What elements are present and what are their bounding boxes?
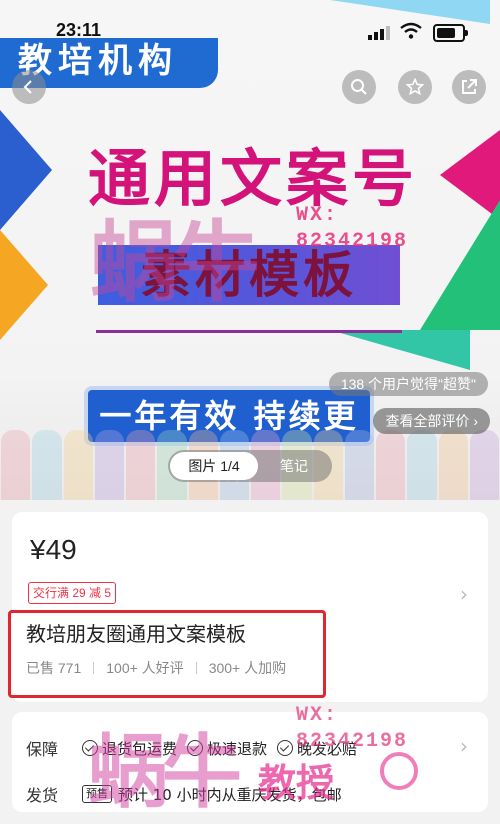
rating-summary: 138 个用户觉得"超赞" bbox=[328, 372, 488, 396]
decor-triangle-orange bbox=[0, 230, 48, 340]
watermark-swirl bbox=[380, 752, 418, 790]
chevron-right-icon: › bbox=[473, 413, 478, 429]
chevron-right-icon[interactable]: › bbox=[460, 734, 468, 758]
promo-badge[interactable]: 交行满 29 减 5 bbox=[28, 582, 117, 604]
search-icon bbox=[351, 79, 367, 95]
price: ¥49 bbox=[30, 534, 77, 565]
watermark-logo: 蜗牛 bbox=[90, 211, 260, 314]
gallery-tabs: 图片 1/4 笔记 bbox=[168, 450, 332, 482]
star-icon bbox=[406, 78, 424, 96]
cart-add-count: 300+ 人加购 bbox=[208, 660, 287, 676]
decor-triangle-green bbox=[420, 200, 500, 330]
watermark-logo: 蜗牛 bbox=[88, 726, 242, 819]
view-all-reviews-label: 查看全部评价 bbox=[385, 413, 470, 429]
watermark-number: 82342198 bbox=[296, 730, 409, 753]
tab-notes[interactable]: 笔记 bbox=[264, 452, 324, 480]
tab-images[interactable]: 图片 1/4 bbox=[170, 452, 258, 480]
wifi-icon bbox=[400, 22, 422, 39]
good-review-count: 100+ 人好评 bbox=[106, 660, 184, 676]
chevron-right-icon[interactable]: › bbox=[460, 582, 468, 606]
decor-triangle-teal bbox=[330, 330, 470, 370]
search-button[interactable] bbox=[342, 70, 376, 104]
watermark-sub: 教授 bbox=[258, 761, 335, 805]
watermark-wx: WX: bbox=[296, 204, 339, 227]
product-info-card: ¥49 交行满 29 减 5 › 教培朋友圈通用文案模板 已售 771 100+… bbox=[8, 512, 488, 702]
divider bbox=[195, 662, 197, 674]
view-all-reviews-button[interactable]: 查看全部评价 › bbox=[373, 408, 490, 434]
decor-triangle-blue bbox=[0, 110, 52, 230]
signal-icon bbox=[368, 26, 390, 40]
sold-count: 已售 771 bbox=[26, 660, 82, 676]
divider bbox=[93, 662, 95, 674]
battery-icon bbox=[433, 24, 468, 42]
services-card[interactable]: 保障 退货包运费 极速退款 晚发必赔 › 发货 预售 预计 10 小时内从重庆发… bbox=[12, 712, 488, 812]
back-icon bbox=[23, 80, 32, 94]
back-button[interactable] bbox=[12, 70, 46, 104]
status-time: 23:11 bbox=[56, 20, 102, 40]
status-bar: 23:11 bbox=[0, 0, 500, 46]
product-image-gallery[interactable]: 教培机构 通用文案号 素材模板 蜗牛 WX: 82342198 一年有效 持续更… bbox=[0, 0, 500, 500]
share-button[interactable] bbox=[452, 70, 486, 104]
guarantee-label: 保障 bbox=[26, 740, 59, 759]
divider-line bbox=[96, 330, 402, 333]
shipping-label: 发货 bbox=[26, 786, 59, 805]
product-stats: 已售 771 100+ 人好评 300+ 人加购 bbox=[26, 658, 286, 678]
product-title: 教培朋友圈通用文案模板 bbox=[26, 622, 246, 646]
share-icon bbox=[462, 79, 477, 94]
favorite-button[interactable] bbox=[398, 70, 432, 104]
watermark-wx: WX: bbox=[296, 704, 339, 727]
watermark-number: 82342198 bbox=[296, 230, 409, 253]
